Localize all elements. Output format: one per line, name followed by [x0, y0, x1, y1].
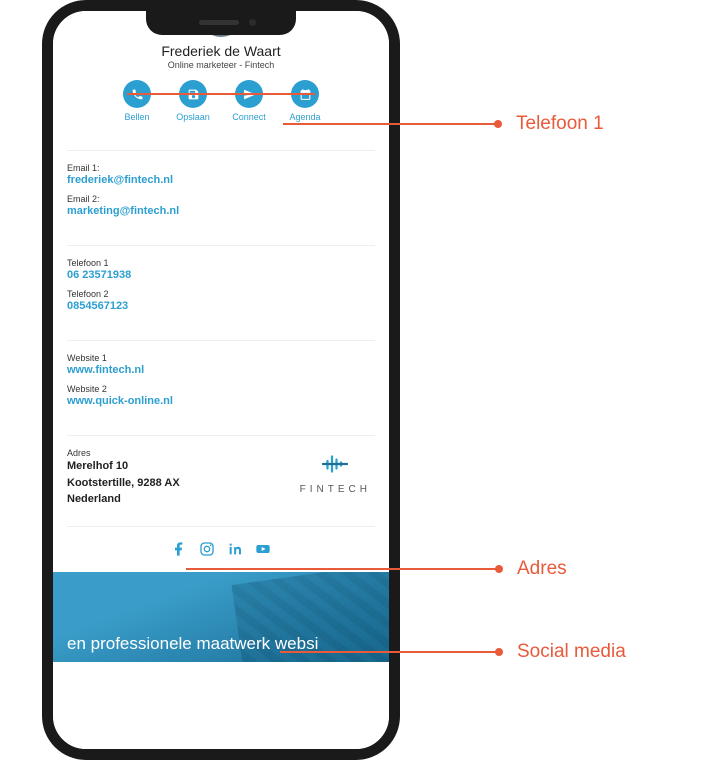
connect-label: Connect [225, 112, 273, 122]
annotation-label: Adres [517, 558, 567, 580]
profile-header: Frederiek de Waart Online marketeer - Fi… [53, 37, 389, 70]
save-button[interactable]: Opslaan [169, 80, 217, 122]
annotation-dot [494, 120, 502, 128]
content: Email 1: frederiek@fintech.nl Email 2: m… [53, 150, 389, 572]
annotation-label: Telefoon 1 [516, 113, 604, 135]
address-section: Adres Merelhof 10 Kootstertille, 9288 AX… [67, 435, 375, 516]
profile-role: Online marketeer - Fintech [53, 60, 389, 70]
profile-name: Frederiek de Waart [53, 43, 389, 59]
facebook-link[interactable] [171, 541, 187, 562]
address-label: Adres [67, 448, 180, 458]
facebook-icon [171, 541, 187, 557]
emails-section: Email 1: frederiek@fintech.nl Email 2: m… [67, 150, 375, 233]
linkedin-icon [227, 541, 243, 557]
phone2-label: Telefoon 2 [67, 289, 375, 299]
annotation-line [280, 651, 496, 653]
address-line3: Nederland [67, 491, 180, 508]
email2-value[interactable]: marketing@fintech.nl [67, 205, 375, 217]
youtube-icon [255, 541, 271, 557]
website2-value[interactable]: www.quick-online.nl [67, 395, 375, 407]
annotation-dot [495, 565, 503, 573]
call-button[interactable]: Bellen [113, 80, 161, 122]
phone2-value[interactable]: 0854567123 [67, 300, 375, 312]
email2-label: Email 2: [67, 194, 375, 204]
address-text: Merelhof 10 Kootstertille, 9288 AX Neder… [67, 458, 180, 508]
annotation-dot [495, 648, 503, 656]
call-label: Bellen [113, 112, 161, 122]
instagram-icon [199, 541, 215, 557]
annotation-line [283, 123, 495, 125]
company-logo: FINTECH [300, 446, 375, 495]
email1-value[interactable]: frederiek@fintech.nl [67, 174, 375, 186]
website2-label: Website 2 [67, 384, 375, 394]
website1-label: Website 1 [67, 353, 375, 363]
annotation-adres: Adres [186, 558, 656, 580]
address-line1: Merelhof 10 [67, 458, 180, 475]
connect-button[interactable]: Connect [225, 80, 273, 122]
phone1-label: Telefoon 1 [67, 258, 375, 268]
annotation-telefoon1: Telefoon 1 [283, 113, 663, 135]
phone-notch [146, 9, 296, 35]
save-label: Opslaan [169, 112, 217, 122]
websites-section: Website 1 www.fintech.nl Website 2 www.q… [67, 340, 375, 423]
email1-label: Email 1: [67, 163, 375, 173]
website1-value[interactable]: www.fintech.nl [67, 364, 375, 376]
annotation-line-inline [127, 93, 315, 95]
annotation-line [186, 568, 496, 570]
annotation-label: Social media [517, 641, 626, 663]
fintech-logo-icon [317, 446, 353, 482]
phones-section: Telefoon 1 06 23571938 Telefoon 2 085456… [67, 245, 375, 328]
address-line2: Kootstertille, 9288 AX [67, 475, 180, 492]
phone1-value[interactable]: 06 23571938 [67, 269, 375, 281]
annotation-social: Social media [280, 641, 660, 663]
company-logo-text: FINTECH [300, 484, 371, 495]
